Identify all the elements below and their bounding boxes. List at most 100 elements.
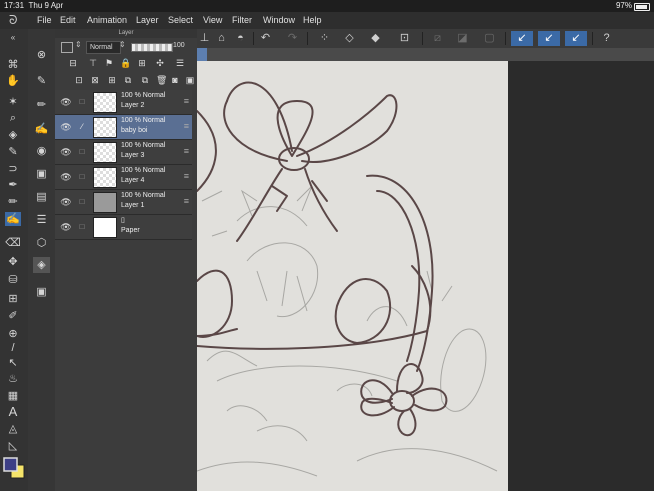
material-icon[interactable]: ⬡ xyxy=(33,235,50,251)
visibility-eye-icon[interactable]: 👁 xyxy=(60,172,72,183)
layer-lock-icon[interactable]: □ xyxy=(77,97,87,106)
pen-icon[interactable]: ✒ xyxy=(5,178,21,192)
layer-row-paper[interactable]: 👁 □ ▯ Paper xyxy=(55,215,192,240)
brush-size-icon[interactable]: ☰ xyxy=(33,212,50,228)
collapse-icon[interactable]: « xyxy=(5,31,21,45)
deselect-icon[interactable]: ⁘ xyxy=(317,31,332,46)
sub-tool-magnify-icon[interactable]: ⊗ xyxy=(33,47,50,63)
layer-lock-icon[interactable]: □ xyxy=(77,222,87,231)
pointer-icon[interactable]: ↖ xyxy=(5,356,21,370)
mask-icon[interactable]: ✣ xyxy=(155,58,165,68)
lasso-icon[interactable]: ⊃ xyxy=(5,162,21,176)
snap-grid-icon[interactable]: ◪ xyxy=(455,31,470,46)
layer-row[interactable]: 👁 □ 100 % Normal Layer 4 ≡ xyxy=(55,165,192,190)
sub-tool-brush-icon[interactable]: ✍ xyxy=(33,121,50,137)
color-swatches[interactable] xyxy=(3,457,25,479)
visibility-eye-icon[interactable]: 👁 xyxy=(60,197,72,208)
rotate-icon[interactable]: ◓ xyxy=(233,31,248,46)
visibility-eye-icon[interactable]: 👁 xyxy=(60,97,72,108)
lock-icon[interactable]: 🔒 xyxy=(120,58,131,68)
visibility-eye-icon[interactable]: 👁 xyxy=(60,147,72,158)
layer-menu-icon[interactable]: ☰ xyxy=(175,58,185,68)
menu-filter[interactable]: Filter xyxy=(232,15,252,25)
eyedropper-icon[interactable]: ✎ xyxy=(5,145,21,159)
eraser-icon[interactable]: ⌫ xyxy=(5,236,21,250)
document-tab[interactable] xyxy=(197,48,207,61)
layer-panel-icon[interactable]: ◈ xyxy=(33,257,50,273)
mask-add-icon[interactable]: ◙ xyxy=(170,75,180,85)
menu-animation[interactable]: Animation xyxy=(87,15,127,25)
sub-tool-pencil-icon[interactable]: ✏ xyxy=(33,97,50,113)
drag-handle-icon[interactable]: ≡ xyxy=(184,96,189,106)
layer-lock-icon[interactable]: □ xyxy=(77,147,87,156)
flip-icon[interactable]: ⌂ xyxy=(214,31,229,46)
delete-layer-icon[interactable]: 🗑 xyxy=(156,75,167,85)
wand-icon[interactable]: ✶ xyxy=(5,95,21,109)
lock-transparent-icon[interactable]: ⊞ xyxy=(137,58,147,68)
layer-row[interactable]: 👁 □ 100 % Normal Layer 2 ≡ xyxy=(55,90,192,115)
crop-icon[interactable]: ⊡ xyxy=(397,31,412,46)
tool-property-icon[interactable]: ▤ xyxy=(33,189,50,205)
airbrush-icon[interactable]: ⛁ xyxy=(5,273,21,287)
clip-icon[interactable]: ⊟ xyxy=(68,58,78,68)
layer-row-selected[interactable]: 👁 ∕ 100 % Normal baby boi ≡ xyxy=(55,115,192,140)
color-set-icon[interactable]: ▣ xyxy=(33,166,50,182)
hand-icon[interactable]: ✋ xyxy=(5,74,21,88)
new-vector-layer-icon[interactable]: ⊠ xyxy=(90,75,100,85)
menu-window[interactable]: Window xyxy=(263,15,295,25)
color-wheel-icon[interactable]: ◉ xyxy=(33,143,50,159)
stepper-icon[interactable]: ⇕ xyxy=(75,40,82,49)
ruler-icon[interactable]: ◺ xyxy=(5,439,21,453)
menu-select[interactable]: Select xyxy=(168,15,193,25)
balloon-icon[interactable]: ◬ xyxy=(5,422,21,436)
menu-help[interactable]: Help xyxy=(303,15,322,25)
menu-file[interactable]: File xyxy=(37,15,52,25)
drag-handle-icon[interactable]: ≡ xyxy=(184,196,189,206)
layer-row[interactable]: 👁 □ 100 % Normal Layer 1 ≡ xyxy=(55,190,192,215)
drawing-canvas[interactable] xyxy=(197,61,508,491)
redo-icon[interactable]: ↷ xyxy=(285,31,300,46)
gradient-icon[interactable]: ▦ xyxy=(5,389,21,403)
app-logo-icon[interactable]: ᘐ xyxy=(9,13,23,27)
fire-icon[interactable]: ♨ xyxy=(5,372,21,386)
undo-icon[interactable]: ↶ xyxy=(258,31,273,46)
merge-icon[interactable]: ⧉ xyxy=(140,75,150,85)
pencil-icon[interactable]: ✏ xyxy=(5,195,21,209)
duplicate-icon[interactable]: ⧉ xyxy=(123,75,133,85)
blend-stepper-icon[interactable]: ⇕ xyxy=(119,40,126,49)
clear-icon[interactable]: ◇ xyxy=(342,31,357,46)
move-icon[interactable]: ✥ xyxy=(5,255,21,269)
stabilizer-1-icon[interactable]: ↙ xyxy=(511,31,533,46)
zoom-icon[interactable]: ⌘ xyxy=(5,58,21,72)
layer-lock-icon[interactable]: □ xyxy=(77,172,87,181)
transform-icon[interactable]: ⊥ xyxy=(197,31,212,46)
menu-edit[interactable]: Edit xyxy=(60,15,76,25)
apply-mask-icon[interactable]: ▣ xyxy=(185,75,195,85)
edit-pen-icon[interactable]: ∕ xyxy=(77,122,87,131)
new-raster-layer-icon[interactable]: ⊡ xyxy=(74,75,84,85)
blend-icon[interactable]: ⊞ xyxy=(5,292,21,306)
layer-row[interactable]: 👁 □ 100 % Normal Layer 3 ≡ xyxy=(55,140,192,165)
layer-color-icon[interactable] xyxy=(61,42,73,53)
stabilizer-2-icon[interactable]: ↙ xyxy=(538,31,560,46)
visibility-eye-icon[interactable]: 👁 xyxy=(60,122,72,133)
new-folder-icon[interactable]: ⊞ xyxy=(107,75,117,85)
help-icon[interactable]: ? xyxy=(599,31,614,46)
fill-icon[interactable]: ◆ xyxy=(368,31,383,46)
search-icon[interactable]: ⌕ xyxy=(5,111,21,125)
navigator-icon[interactable]: ▣ xyxy=(33,284,50,300)
fill-bucket-icon[interactable]: ◈ xyxy=(5,128,21,142)
line-icon[interactable]: / xyxy=(5,341,21,355)
opacity-value[interactable]: 100 xyxy=(173,42,185,49)
decoration-icon[interactable]: ✐ xyxy=(5,309,21,323)
layer-lock-icon[interactable]: □ xyxy=(77,197,87,206)
stabilizer-3-icon[interactable]: ↙ xyxy=(565,31,587,46)
sub-tool-pen-icon[interactable]: ✎ xyxy=(33,73,50,89)
brush-icon[interactable]: ✍ xyxy=(5,212,21,226)
drag-handle-icon[interactable]: ≡ xyxy=(184,146,189,156)
snap-off-icon[interactable]: ⧄ xyxy=(430,31,445,46)
drag-handle-icon[interactable]: ≡ xyxy=(184,121,189,131)
drag-handle-icon[interactable]: ≡ xyxy=(184,171,189,181)
operation-icon[interactable]: ⊕ xyxy=(5,327,21,341)
blend-mode-select[interactable]: Normal xyxy=(86,41,121,54)
